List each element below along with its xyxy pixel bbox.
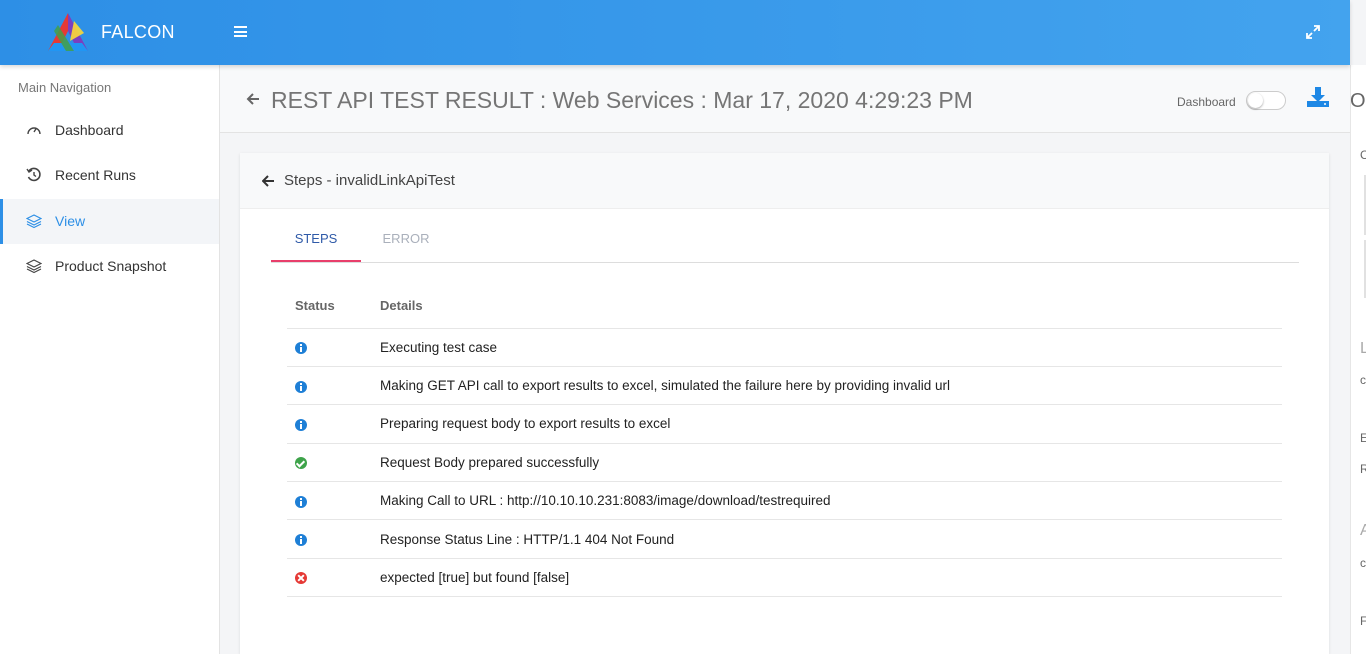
dashboard-toggle-label: Dashboard [1177,95,1236,109]
right-panel-text: c [1360,373,1366,387]
right-panel-text: E [1360,431,1366,445]
steps-card: Steps - invalidLinkApiTest STEPS ERROR S… [240,153,1329,654]
info-icon [295,380,307,393]
sidebar-item-dashboard[interactable]: Dashboard [0,108,219,153]
sidebar-item-product-snapshot[interactable]: Product Snapshot [0,244,219,289]
status-cell [287,481,372,521]
tab-steps[interactable]: STEPS [271,223,361,262]
sidebar-item-label: Recent Runs [55,167,136,183]
info-icon [295,342,307,355]
details-cell: Request Body prepared successfully [372,443,1282,483]
table-row: Request Body prepared successfully [287,443,1282,483]
info-icon [295,534,307,547]
right-panel-text: C [1360,148,1366,162]
tab-bar: STEPS ERROR [271,223,1299,263]
layers-icon [26,214,42,229]
right-panel-text: R [1360,462,1366,476]
falcon-logo-icon [48,13,88,51]
sidebar-item-label: Dashboard [55,122,124,138]
back-arrow-icon[interactable] [262,175,274,187]
info-icon [295,418,307,431]
card-header: Steps - invalidLinkApiTest [240,153,1329,209]
history-icon [26,167,41,182]
table-row: Executing test case [287,328,1282,367]
tab-error[interactable]: ERROR [361,223,451,262]
table-row: Making Call to URL : http://10.10.10.231… [287,481,1282,521]
right-panel-text: A [1360,522,1366,539]
table-row: Making GET API call to export results to… [287,366,1282,406]
nav-heading: Main Navigation [18,80,112,95]
table-header-row: Status Details [287,283,1282,329]
info-icon [295,495,307,508]
column-header-details: Details [372,283,1282,329]
layers-icon [26,259,42,274]
status-cell [287,558,372,598]
sidebar-item-view[interactable]: View [0,199,219,244]
status-cell [287,366,372,406]
sidebar: Main Navigation Dashboard Recent Runs Vi… [0,65,220,654]
download-icon[interactable] [1306,86,1330,108]
steps-table: Status Details Executing test case Making… [287,283,1282,598]
table-row: expected [true] but found [false] [287,558,1282,598]
card-title: Steps - invalidLinkApiTest [284,172,455,189]
menu-toggle-icon[interactable] [234,26,247,37]
sidebar-item-label: View [55,213,86,229]
status-cell [287,404,372,444]
table-row: Response Status Line : HTTP/1.1 404 Not … [287,519,1282,559]
details-cell: Making GET API call to export results to… [372,366,1282,406]
error-circle-icon [295,572,307,585]
details-cell: Response Status Line : HTTP/1.1 404 Not … [372,519,1282,559]
fullscreen-icon[interactable] [1306,25,1320,39]
top-bar: FALCON [0,0,1350,65]
sidebar-item-recent-runs[interactable]: Recent Runs [0,153,219,198]
right-panel-text: c [1360,556,1366,570]
brand-name: FALCON [101,22,175,42]
details-cell: Preparing request body to export results… [372,404,1282,444]
status-cell [287,443,372,483]
status-cell [287,328,372,367]
right-panel-text: F [1360,614,1366,628]
sidebar-item-label: Product Snapshot [55,258,167,274]
details-cell: Making Call to URL : http://10.10.10.231… [372,481,1282,521]
column-header-status: Status [287,283,372,329]
dashboard-toggle[interactable] [1246,91,1286,110]
details-cell: Executing test case [372,328,1282,367]
status-cell [287,519,372,559]
right-panel-text: L [1360,340,1366,357]
gauge-icon [27,127,41,135]
table-row: Preparing request body to export results… [287,404,1282,444]
details-cell: expected [true] but found [false] [372,558,1282,598]
right-panel-clipped-title: O [1350,90,1366,112]
back-arrow-icon[interactable] [246,92,260,106]
check-circle-icon [295,457,307,470]
page-title: REST API TEST RESULT : Web Services : Ma… [271,87,973,113]
